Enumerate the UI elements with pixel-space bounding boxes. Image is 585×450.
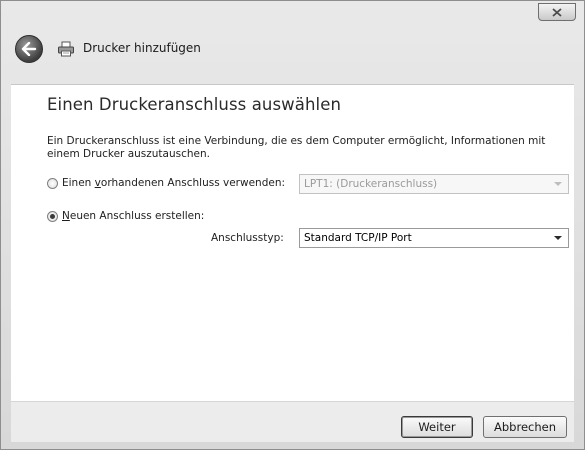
close-button[interactable] [538, 3, 576, 21]
existing-port-label: Einen vorhandenen Anschluss verwenden: [62, 177, 286, 189]
close-icon [552, 7, 562, 17]
cancel-button[interactable]: Abbrechen [483, 416, 567, 438]
port-type-dropdown[interactable]: Standard TCP/IP Port [299, 228, 569, 248]
existing-port-dropdown[interactable]: LPT1: (Druckeranschluss) [299, 174, 569, 194]
add-printer-window: Drucker hinzufügen Einen Druckeranschlus… [0, 0, 585, 450]
existing-port-radio[interactable] [47, 177, 58, 189]
existing-port-value: LPT1: (Druckeranschluss) [304, 178, 438, 190]
back-button[interactable] [15, 35, 43, 63]
page-heading: Einen Druckeranschluss auswählen [47, 95, 342, 114]
new-port-radio[interactable] [47, 210, 58, 222]
arrow-left-icon [21, 42, 37, 56]
page-description: Ein Druckeranschluss ist eine Verbindung… [47, 135, 546, 160]
chevron-down-icon [554, 236, 562, 240]
existing-port-option[interactable]: Einen vorhandenen Anschluss verwenden: [47, 177, 285, 189]
new-port-option[interactable]: Neuen Anschluss erstellen: [47, 210, 204, 222]
port-type-label: Anschlusstyp: [211, 232, 284, 244]
port-type-value: Standard TCP/IP Port [304, 232, 412, 244]
new-port-label: Neuen Anschluss erstellen: [62, 210, 205, 222]
printer-icon [58, 41, 74, 57]
window-title: Drucker hinzufügen [83, 41, 201, 55]
content-panel: Einen Druckeranschluss auswählen Ein Dru… [11, 84, 574, 401]
title-bar: Drucker hinzufügen [1, 1, 584, 85]
chevron-down-icon [554, 182, 562, 186]
footer-bar: Weiter Abbrechen [11, 401, 574, 442]
next-button[interactable]: Weiter [401, 416, 473, 438]
